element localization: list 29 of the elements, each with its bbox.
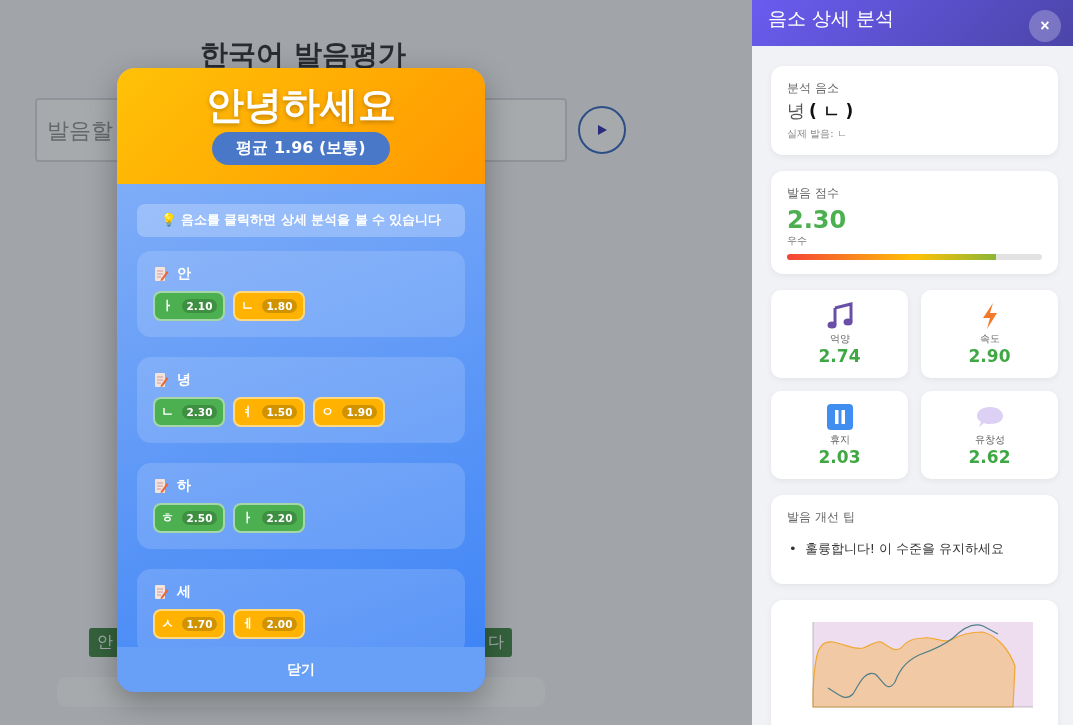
word-title: 안녕하세요: [206, 82, 396, 128]
card-label: 발음 점수: [787, 185, 840, 202]
syllable-label: 녕: [177, 371, 191, 389]
score-value: 2.30: [787, 206, 848, 234]
result-text: 안: [97, 632, 113, 653]
syllable-text: 녕: [787, 99, 805, 123]
panel-title: 음소 상세 분석: [768, 6, 895, 31]
actual-pronunciation: 실제 발음: ㄴ: [787, 127, 848, 141]
grade-text: 우수: [787, 234, 808, 248]
metric-value: 2.03: [818, 447, 861, 467]
metric-value: 2.62: [968, 447, 1011, 467]
card-label: 분석 음소: [787, 80, 840, 97]
hint-text: 💡 음소를 클릭하면 상세 분석을 볼 수 있습니다: [137, 204, 465, 237]
result-text: 다: [488, 632, 504, 653]
metric-value: 2.90: [968, 346, 1011, 366]
metric-label: 속도: [979, 332, 1000, 346]
card-label: 발음 개선 팁: [787, 509, 856, 526]
syllable-label: 세: [177, 583, 191, 601]
tip-item: 훌륭합니다! 이 수준을 유지하세요: [804, 540, 1005, 558]
metric-label: 휴지: [829, 433, 850, 447]
syllable-label: 하: [177, 477, 191, 495]
phoneme-text: ( ㄴ ): [809, 99, 854, 123]
bullet-mark: •: [789, 540, 797, 558]
metric-label: 억양: [829, 332, 850, 346]
metric-value: 2.74: [818, 346, 861, 366]
page-title: 한국어 발음평가: [200, 37, 406, 73]
metric-label: 유창성: [974, 433, 1005, 447]
syllable-label: 안: [177, 265, 191, 283]
average-badge: 평균 1.96 (보통): [212, 132, 390, 165]
